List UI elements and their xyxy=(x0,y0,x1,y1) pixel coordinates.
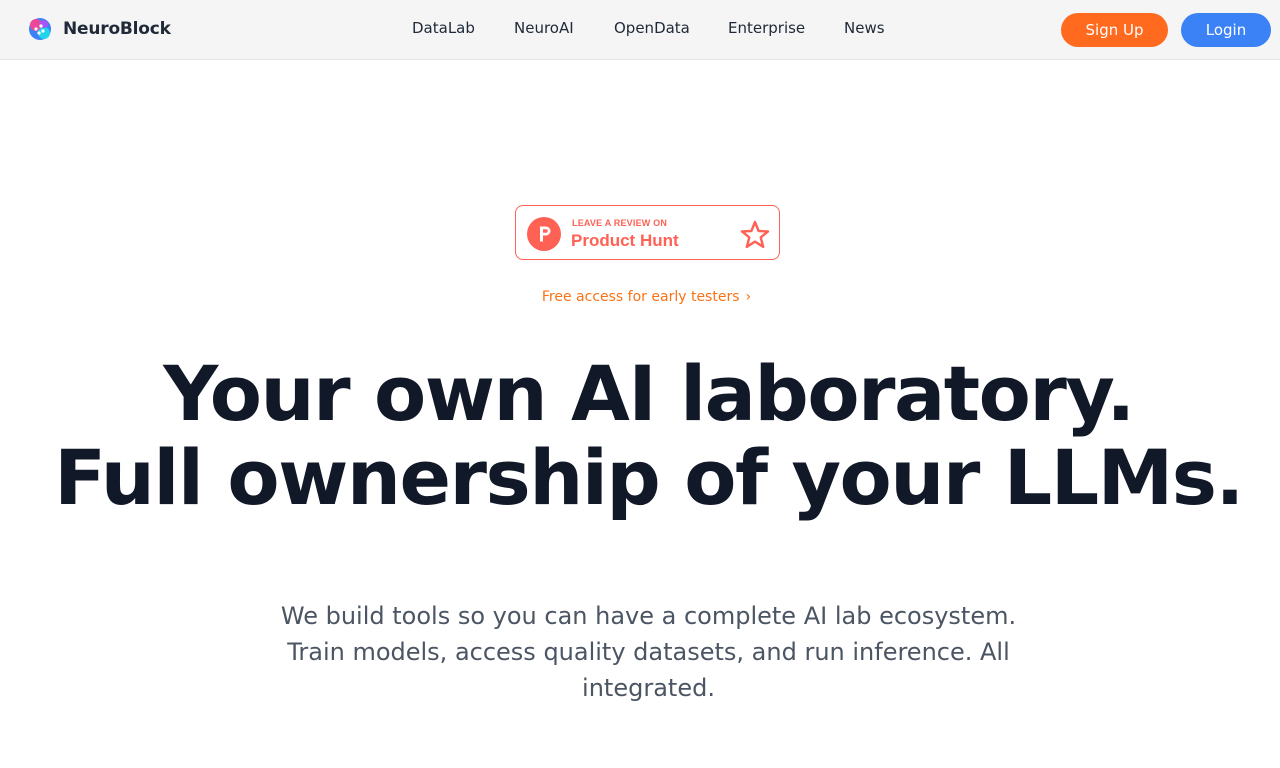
top-navbar: NeuroBlock DataLab NeuroAI OpenData Ente… xyxy=(0,0,1280,60)
product-hunt-small-text: LEAVE A REVIEW ON xyxy=(572,218,668,228)
hero-headline-line-1: Your own AI laboratory. xyxy=(163,349,1135,438)
early-access-text: Free access for early testers xyxy=(541,289,740,305)
hero-headline: Your own AI laboratory. Full ownership o… xyxy=(0,352,1280,520)
nav-link-enterprise[interactable]: Enterprise xyxy=(728,19,805,37)
nav-link-datalab[interactable]: DataLab xyxy=(412,19,475,37)
nav-link-neuroai[interactable]: NeuroAI xyxy=(514,19,574,37)
product-hunt-icon xyxy=(527,217,561,251)
product-hunt-title: Product Hunt xyxy=(571,231,679,250)
star-icon xyxy=(740,220,770,248)
sign-up-button[interactable]: Sign Up xyxy=(1061,13,1168,47)
nav-link-opendata[interactable]: OpenData xyxy=(614,19,690,37)
chevron-right-icon: › xyxy=(745,289,752,305)
product-hunt-badge[interactable]: LEAVE A REVIEW ON Product Hunt xyxy=(515,205,780,260)
login-button[interactable]: Login xyxy=(1181,13,1271,47)
nav-link-news[interactable]: News xyxy=(844,19,885,37)
early-access-link[interactable]: Free access for early testers › xyxy=(0,289,1280,305)
hero-subtitle: We build tools so you can have a complet… xyxy=(280,602,1017,702)
hero-headline-line-2: Full ownership of your LLMs. xyxy=(54,433,1244,522)
